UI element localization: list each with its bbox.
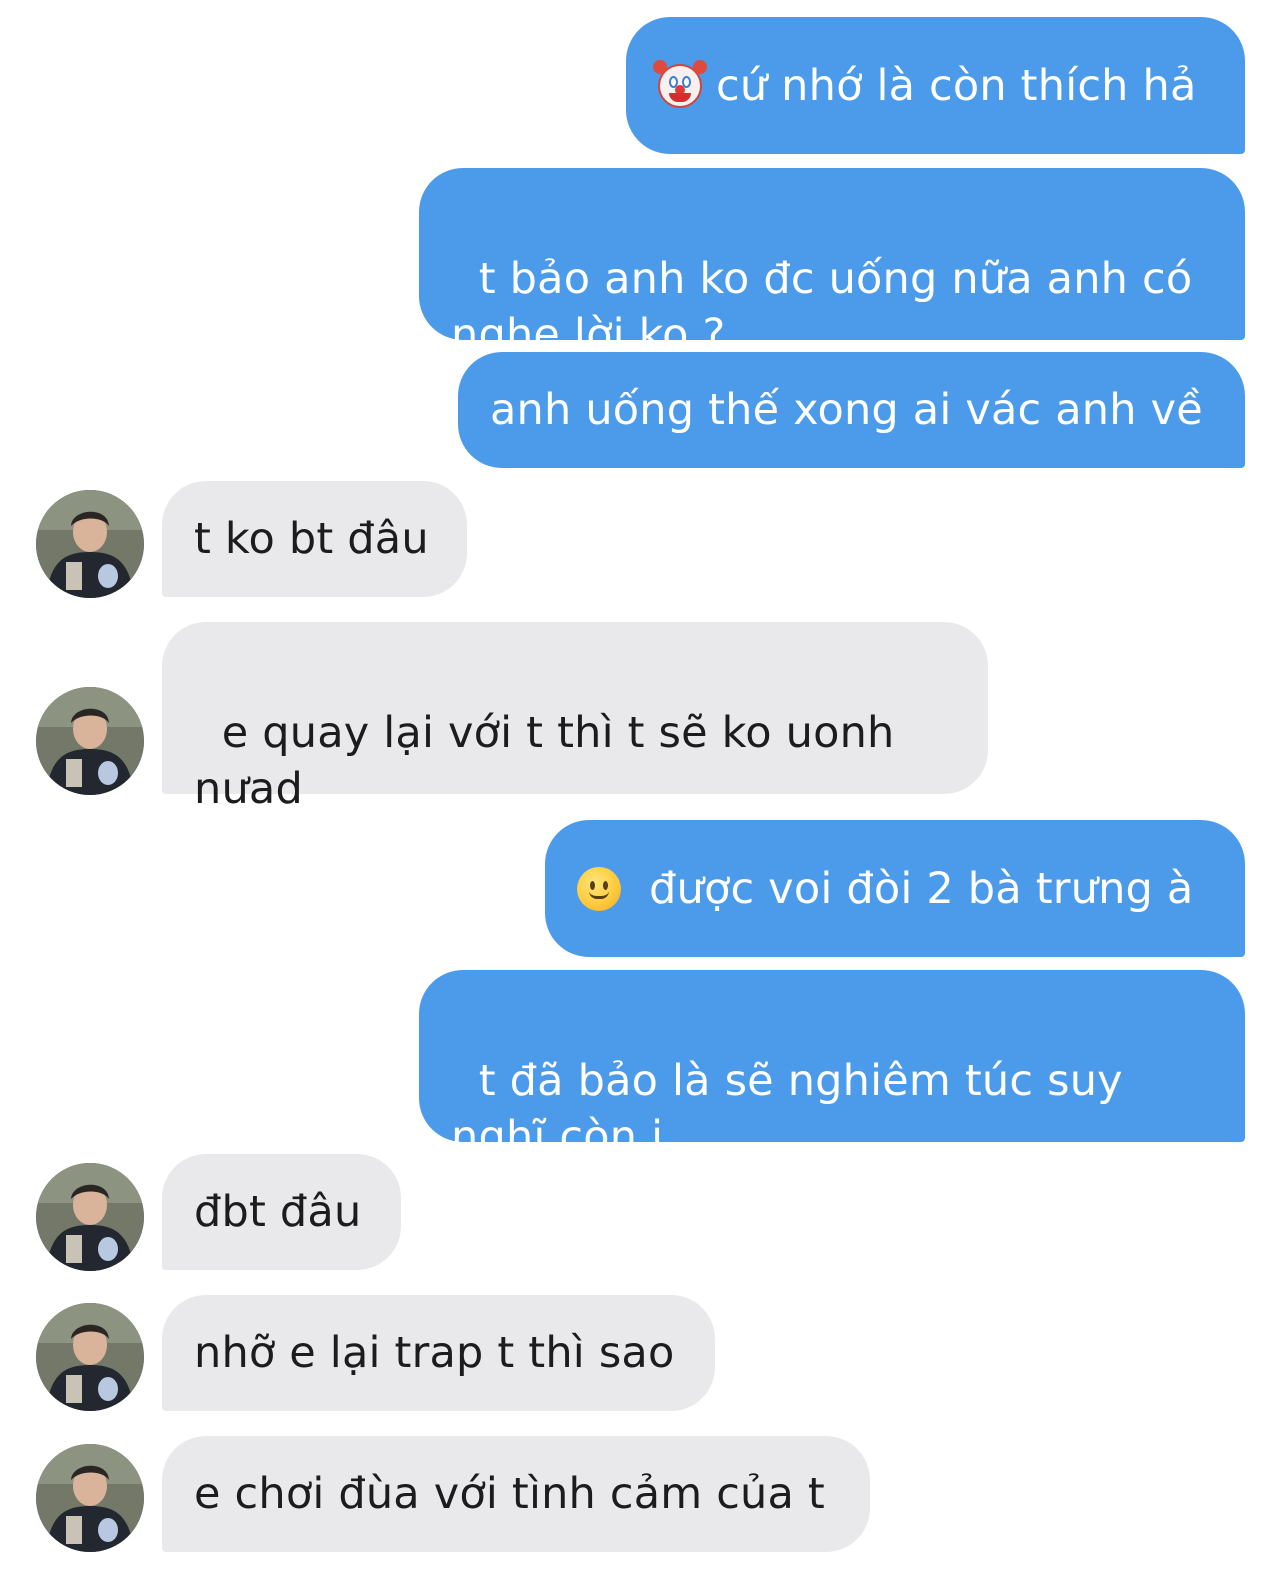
message-text: t đã bảo là sẽ nghiêm túc suy nghĩ còn j	[451, 1056, 1123, 1162]
contact-avatar[interactable]	[36, 1303, 144, 1411]
message-bubble-incoming[interactable]: e quay lại với t thì t sẽ ko uonh nưad	[162, 622, 988, 814]
message-text: nhỡ e lại trap t thì sao	[194, 1328, 675, 1378]
message-text: t ko bt đâu	[194, 514, 429, 564]
message-bubble-outgoing[interactable]: t đã bảo là sẽ nghiêm túc suy nghĩ còn j	[419, 970, 1245, 1162]
contact-avatar[interactable]	[36, 1163, 144, 1271]
message-text: cứ nhớ là còn thích hả	[716, 60, 1197, 111]
message-text: e quay lại với t thì t sẽ ko uonh nưad	[194, 708, 895, 814]
clown-face-icon	[653, 59, 707, 108]
message-text: anh uống thế xong ai vác anh về	[490, 385, 1203, 435]
message-text: t bảo anh ko đc uống nữa anh có nghe lời…	[451, 254, 1193, 360]
message-bubble-outgoing[interactable]: cứ nhớ là còn thích hả	[626, 17, 1245, 154]
message-bubble-incoming[interactable]: e chơi đùa với tình cảm của t	[162, 1436, 870, 1552]
message-bubble-incoming[interactable]: đbt đâu	[162, 1154, 401, 1270]
message-bubble-incoming[interactable]: nhỡ e lại trap t thì sao	[162, 1295, 715, 1411]
message-bubble-outgoing[interactable]: t bảo anh ko đc uống nữa anh có nghe lời…	[419, 168, 1245, 360]
slightly-smiling-face-icon	[577, 866, 621, 911]
message-text: e chơi đùa với tình cảm của t	[194, 1469, 825, 1519]
message-bubble-outgoing[interactable]: anh uống thế xong ai vác anh về	[458, 352, 1245, 468]
message-bubble-incoming[interactable]: t ko bt đâu	[162, 481, 467, 597]
contact-avatar[interactable]	[36, 1444, 144, 1552]
contact-avatar[interactable]	[36, 687, 144, 795]
message-bubble-outgoing[interactable]: được voi đòi 2 bà trưng à	[545, 820, 1245, 957]
message-text: được voi đòi 2 bà trưng à	[649, 863, 1194, 914]
message-text: đbt đâu	[194, 1187, 362, 1237]
contact-avatar[interactable]	[36, 490, 144, 598]
